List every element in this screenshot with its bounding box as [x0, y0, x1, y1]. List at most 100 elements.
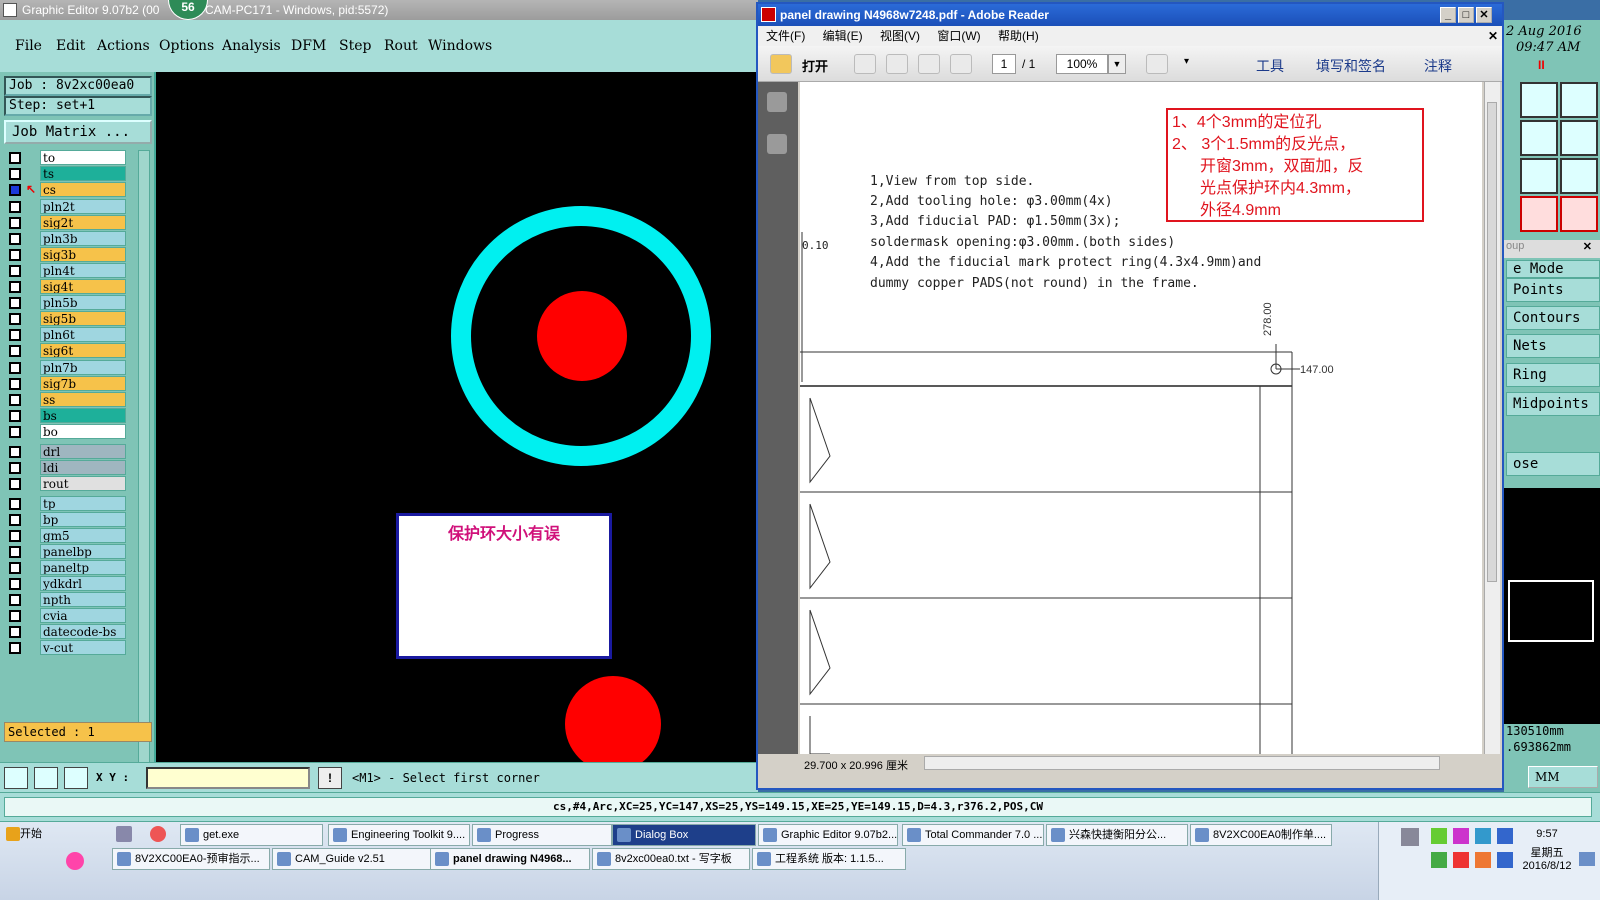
- show-desktop-icon[interactable]: [1579, 852, 1595, 866]
- export-icon[interactable]: [854, 54, 876, 74]
- layer-checkbox[interactable]: [9, 345, 21, 357]
- layer-name[interactable]: cs: [40, 182, 126, 197]
- layer-row[interactable]: pln4t: [4, 263, 138, 278]
- layer-row[interactable]: sig6t: [4, 343, 138, 358]
- taskbar-button[interactable]: 8V2XC00EA0-预审指示...: [112, 848, 270, 870]
- menu-edit[interactable]: Edit: [56, 38, 85, 54]
- open-label[interactable]: 打开: [802, 56, 828, 75]
- menu-dfm[interactable]: DFM: [291, 38, 326, 54]
- taskbar-button[interactable]: CAM_Guide v2.51: [272, 848, 432, 870]
- scroll-thumb[interactable]: [1487, 102, 1497, 582]
- layer-name[interactable]: sig4t: [40, 279, 126, 294]
- layer-row[interactable]: pln3b: [4, 231, 138, 246]
- reader-menu-view[interactable]: 视图(V): [880, 29, 920, 43]
- layer-row[interactable]: pln7b: [4, 360, 138, 375]
- layer-row[interactable]: ss: [4, 392, 138, 407]
- layer-checkbox[interactable]: [9, 394, 21, 406]
- layer-checkbox[interactable]: [9, 362, 21, 374]
- layer-name[interactable]: drl: [40, 444, 126, 459]
- layer-checkbox[interactable]: [9, 578, 21, 590]
- layer-name[interactable]: cvia: [40, 608, 126, 623]
- layer-checkbox[interactable]: [9, 297, 21, 309]
- taskbar-button[interactable]: Progress: [472, 824, 612, 846]
- layer-checkbox[interactable]: [9, 462, 21, 474]
- zoom-input[interactable]: 100%: [1056, 54, 1108, 74]
- layer-checkbox[interactable]: [9, 530, 21, 542]
- taskbar-button[interactable]: 兴森快捷衡阳分公...: [1046, 824, 1188, 846]
- grid-icon[interactable]: [64, 767, 88, 789]
- layer-row[interactable]: pln5b: [4, 295, 138, 310]
- popup-close-button[interactable]: ose: [1506, 452, 1600, 476]
- tools-tab[interactable]: 工具: [1256, 56, 1284, 76]
- reader-menu-file[interactable]: 文件(F): [766, 29, 805, 43]
- layer-checkbox[interactable]: [9, 152, 21, 164]
- sign-icon[interactable]: [918, 54, 940, 74]
- start-button[interactable]: 开始: [2, 824, 50, 846]
- measure-icon[interactable]: [34, 767, 58, 789]
- tray-icon[interactable]: [1475, 852, 1491, 868]
- units-button[interactable]: MM: [1528, 766, 1598, 788]
- taskbar-button[interactable]: Dialog Box: [612, 824, 756, 846]
- layer-scrollbar[interactable]: [138, 150, 150, 792]
- layer-view-icon[interactable]: [1520, 196, 1558, 232]
- layer-row[interactable]: npth: [4, 592, 138, 607]
- layer-checkbox[interactable]: [9, 546, 21, 558]
- tray-icon[interactable]: [1497, 852, 1513, 868]
- snap-nets-button[interactable]: Nets: [1506, 334, 1600, 358]
- snap-points-button[interactable]: Points: [1506, 278, 1600, 302]
- taskbar-button[interactable]: Total Commander 7.0 ...: [902, 824, 1044, 846]
- reader-vertical-scrollbar[interactable]: [1484, 82, 1500, 754]
- layer-name[interactable]: pln3b: [40, 231, 126, 246]
- layer-checkbox[interactable]: [9, 498, 21, 510]
- taskbar-button[interactable]: Graphic Editor 9.07b2...: [758, 824, 898, 846]
- tray-icon[interactable]: [1453, 852, 1469, 868]
- snap-icon[interactable]: [4, 767, 28, 789]
- reader-menu-edit[interactable]: 编辑(E): [823, 29, 863, 43]
- layer-checkbox[interactable]: [9, 265, 21, 277]
- layer-name[interactable]: pln4t: [40, 263, 126, 278]
- taskbar-button[interactable]: 8v2xc00ea0.txt - 写字板: [592, 848, 750, 870]
- snap-contours-button[interactable]: Contours: [1506, 306, 1600, 330]
- menu-windows[interactable]: Windows: [428, 38, 492, 54]
- layer-name[interactable]: pln5b: [40, 295, 126, 310]
- layer-row[interactable]: sig2t: [4, 215, 138, 230]
- layer-name[interactable]: sig3b: [40, 247, 126, 262]
- layer-name[interactable]: ydkdrl: [40, 576, 126, 591]
- layer-checkbox[interactable]: [9, 478, 21, 490]
- layer-checkbox[interactable]: [9, 313, 21, 325]
- graphic-canvas[interactable]: 保护环大小有误: [156, 72, 758, 762]
- bluetooth-icon[interactable]: [1497, 828, 1513, 844]
- layer-checkbox[interactable]: [9, 562, 21, 574]
- layer-name[interactable]: sig7b: [40, 376, 126, 391]
- fill-sign-tab[interactable]: 填写和签名: [1316, 56, 1386, 76]
- open-folder-icon[interactable]: [770, 54, 792, 74]
- layer-name[interactable]: sig6t: [40, 343, 126, 358]
- fullscreen-icon[interactable]: [1146, 54, 1168, 74]
- colors-icon[interactable]: [66, 852, 84, 870]
- layer-row[interactable]: bs: [4, 408, 138, 423]
- layer-checkbox[interactable]: [9, 281, 21, 293]
- close-button[interactable]: ✕: [1476, 7, 1492, 23]
- taskbar-button[interactable]: get.exe: [180, 824, 323, 846]
- layer-checkbox[interactable]: [9, 184, 21, 196]
- taskbar-button[interactable]: 工程系统 版本: 1.1.5...: [752, 848, 906, 870]
- layer-checkbox[interactable]: [9, 594, 21, 606]
- alert-icon[interactable]: !: [318, 767, 342, 789]
- layer-row[interactable]: cvia: [4, 608, 138, 623]
- layer-row[interactable]: sig7b: [4, 376, 138, 391]
- layer-compare-icon[interactable]: [1560, 196, 1598, 232]
- window-icon[interactable]: [1560, 82, 1598, 118]
- quicklaunch-icon[interactable]: [116, 826, 132, 842]
- taskbar-button[interactable]: 8V2XC00EA0制作单....: [1190, 824, 1332, 846]
- layer-name[interactable]: bo: [40, 424, 126, 439]
- layer-name[interactable]: sig5b: [40, 311, 126, 326]
- layer-row[interactable]: drl: [4, 444, 138, 459]
- layer-row[interactable]: panelbp: [4, 544, 138, 559]
- printer-icon[interactable]: [1401, 828, 1419, 846]
- layer-row[interactable]: v-cut: [4, 640, 138, 655]
- layer-row[interactable]: to: [4, 150, 138, 165]
- layer-checkbox[interactable]: [9, 378, 21, 390]
- tray-icon[interactable]: [1453, 828, 1469, 844]
- layer-name[interactable]: tp: [40, 496, 126, 511]
- minimize-button[interactable]: _: [1440, 7, 1456, 23]
